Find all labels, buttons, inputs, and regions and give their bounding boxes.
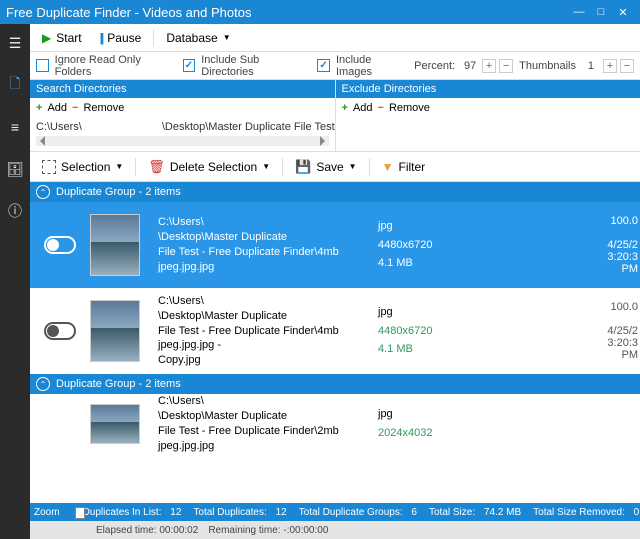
database-dropdown[interactable]: Database▼ [160,27,236,49]
start-button[interactable]: ▶Start [36,27,88,49]
file-meta: 100.04/25/23:20:3PM [607,301,638,361]
result-row[interactable]: C:\Users\\Desktop\Master DuplicateFile T… [30,394,640,454]
selection-icon [42,160,56,174]
window-title: Free Duplicate Finder - Videos and Photo… [6,5,568,20]
minus-icon: − [72,102,78,114]
zoom-label: Zoom [34,507,60,518]
minus-icon[interactable]: − [499,59,513,73]
chevron-down-icon: ▼ [262,162,270,171]
thumbnail [90,404,140,444]
toolbar-main: ▶Start ||Pause Database▼ [30,24,640,52]
status-bar: Zoom Duplicates In List: 12 Total Duplic… [30,503,640,521]
pause-button[interactable]: ||Pause [94,27,148,49]
maximize-icon[interactable]: □ [590,6,612,18]
search-page-icon[interactable]: 🗋 [0,70,30,100]
delete-dropdown[interactable]: 🗑Delete Selection▼ [142,156,276,178]
selection-dropdown[interactable]: Selection▼ [36,156,129,178]
filter-icon: ▼ [382,160,394,174]
toolbar-options: Ignore Read Only Folders ✓ Include Sub D… [30,52,640,80]
ignore-label: Ignore Read Only Folders [55,54,177,78]
search-directories: Search Directories + Add −Remove C:\Users… [30,80,336,151]
thumbnail [90,300,140,362]
collapse-icon[interactable]: ⌃ [36,185,50,199]
minus-icon: − [378,102,384,114]
toggle[interactable] [44,236,76,254]
file-info: jpg4480x67204.1 MB [378,217,458,273]
file-meta: 100.04/25/23:20:3PM [607,215,638,275]
percent-stepper[interactable]: 97+− [461,59,513,73]
trash-icon: 🗑 [148,159,165,175]
results-list: ⌃Duplicate Group - 2 items C:\Users\\Des… [30,182,640,539]
minus-icon[interactable]: − [620,59,634,73]
exclude-dir-header: Exclude Directories [336,80,640,98]
result-row[interactable]: C:\Users\\Desktop\Master DuplicateFile T… [30,202,640,288]
file-path: C:\Users\\Desktop\Master DuplicateFile T… [158,215,378,274]
time-bar: Elapsed time: 00:00:02 Remaining time: -… [30,521,640,539]
plus-icon[interactable]: + [603,59,617,73]
plus-icon[interactable]: + [482,59,496,73]
directories-panel: Search Directories +Add −Remove C:\Users… [30,80,640,152]
database-icon[interactable]: 🗄 [0,154,30,184]
title-bar: Free Duplicate Finder - Videos and Photo… [0,0,640,24]
file-path: C:\Users\\Desktop\Master DuplicateFile T… [158,294,378,368]
minimize-icon[interactable]: — [568,6,590,18]
include-sub-label: Include Sub Directories [201,54,311,78]
thumbs-stepper[interactable]: 1+− [582,59,634,73]
thumbnail [90,214,140,276]
toolbar-actions: Selection▼ 🗑Delete Selection▼ 💾Save▼ ▼Fi… [30,152,640,182]
group-header[interactable]: ⌃Duplicate Group - 2 items [30,374,640,394]
scrollbar[interactable] [36,136,329,146]
list-icon[interactable]: ≡ [0,112,30,142]
plus-icon: + [342,102,348,114]
play-icon: ▶ [42,31,51,45]
add-button[interactable]: Add [353,102,373,114]
remove-button[interactable]: Remove [83,102,124,114]
ignore-checkbox[interactable] [36,59,49,72]
chevron-down-icon: ▼ [115,162,123,171]
include-images-checkbox[interactable]: ✓ [317,59,330,72]
menu-icon[interactable]: ☰ [0,28,30,58]
filter-button[interactable]: ▼Filter [376,156,432,178]
group-header[interactable]: ⌃Duplicate Group - 2 items [30,182,640,202]
toggle[interactable] [44,322,76,340]
exclude-directories: Exclude Directories + Add −Remove [336,80,640,151]
thumbs-label: Thumbnails [519,60,576,72]
save-icon: 💾 [295,159,311,175]
chevron-down-icon: ▼ [349,162,357,171]
collapse-icon[interactable]: ⌃ [36,377,50,391]
remove-button[interactable]: Remove [389,102,430,114]
plus-icon: + [36,102,42,114]
sidebar: ☰ 🗋 ≡ 🗄 ⓘ [0,24,30,539]
separator [153,29,154,47]
info-icon[interactable]: ⓘ [0,196,30,226]
include-images-label: Include Images [336,54,408,78]
percent-label: Percent: [414,60,455,72]
save-dropdown[interactable]: 💾Save▼ [289,156,362,178]
file-info: jpg4480x67204.1 MB [378,303,458,359]
chevron-down-icon: ▼ [223,33,231,42]
file-info: jpg2024x4032 [378,405,458,442]
pause-icon: || [100,31,103,45]
add-button[interactable]: Add [47,102,67,114]
include-sub-checkbox[interactable]: ✓ [183,59,196,72]
search-dir-header: Search Directories [30,80,335,98]
close-icon[interactable]: ✕ [612,6,634,19]
file-path: C:\Users\\Desktop\Master DuplicateFile T… [158,394,378,453]
directory-path[interactable]: C:\Users\\Desktop\Master Duplicate File … [30,118,335,136]
result-row[interactable]: C:\Users\\Desktop\Master DuplicateFile T… [30,288,640,374]
